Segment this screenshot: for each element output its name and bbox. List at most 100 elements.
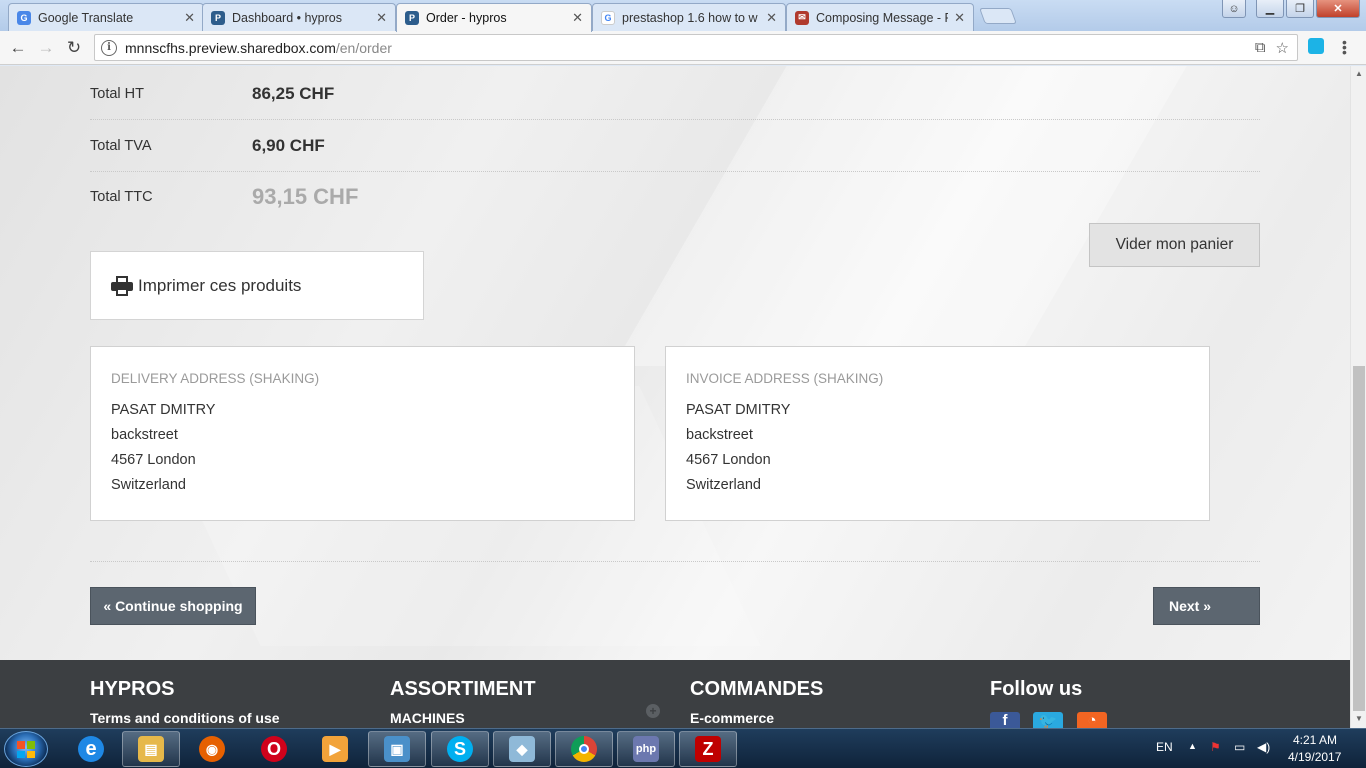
tab-title: prestashop 1.6 how to w (622, 10, 758, 25)
page-content: Total HT 86,25 CHF Total TVA 6,90 CHF To… (0, 66, 1350, 728)
invoice-address-line: PASAT DMITRY (686, 402, 791, 418)
file-explorer-icon: ▤ (138, 736, 164, 762)
tab-order[interactable]: P Order - hypros ✕ (396, 3, 592, 32)
tab-title: Composing Message - Pr (816, 10, 949, 25)
firefox-icon: ◉ (199, 736, 225, 762)
prestashop-icon: P (211, 10, 225, 25)
facebook-icon[interactable]: f (990, 712, 1020, 728)
skype-icon: S (447, 736, 473, 762)
tab-google-translate[interactable]: G Google Translate ✕ (8, 3, 204, 31)
expand-plus-icon[interactable]: + (646, 704, 660, 718)
back-icon[interactable]: ← (7, 37, 29, 59)
scroll-up-icon[interactable]: ▲ (1354, 69, 1364, 78)
internet-explorer-icon: e (78, 736, 104, 762)
forward-icon[interactable]: → (35, 37, 57, 59)
taskbar-internet-explorer[interactable]: e (62, 731, 120, 767)
close-tab-icon[interactable]: ✕ (572, 10, 583, 26)
total-tva-value: 6,90 CHF (252, 135, 325, 155)
total-ttc-value: 93,15 CHF (252, 183, 359, 209)
close-tab-icon[interactable]: ✕ (184, 10, 195, 26)
taskbar-php[interactable]: php (617, 731, 675, 767)
scroll-down-icon[interactable]: ▼ (1354, 714, 1364, 723)
new-tab-button[interactable] (979, 8, 1017, 24)
footer-column-assortiment: ASSORTIMENT MACHINES (390, 678, 536, 726)
taskbar-photo-viewer[interactable]: ▣ (368, 731, 426, 767)
clock-time[interactable]: 4:21 AM (1293, 733, 1337, 747)
reload-icon[interactable]: ↻ (63, 37, 85, 59)
footer-link-ecommerce[interactable]: E-commerce (690, 710, 823, 726)
tab-title: Order - hypros (426, 11, 507, 25)
browser-toolbar: ← → ↻ i mnnscfhs.preview.sharedbox.com /… (0, 31, 1366, 65)
network-alert-icon[interactable]: ⚑ (1210, 740, 1221, 754)
site-footer: HYPROS Terms and conditions of use ASSOR… (0, 660, 1350, 728)
footer-heading: Follow us (990, 678, 1083, 700)
show-hidden-icons[interactable]: ▲ (1188, 741, 1197, 751)
tab-prestashop-search[interactable]: G prestashop 1.6 how to w ✕ (592, 3, 786, 31)
close-tab-icon[interactable]: ✕ (376, 10, 387, 26)
taskbar-file-explorer[interactable]: ▤ (122, 731, 180, 767)
total-tva-row: Total TVA 6,90 CHF (90, 120, 1260, 171)
opera-icon: O (261, 736, 287, 762)
total-tva-label: Total TVA (90, 137, 152, 154)
tab-dashboard[interactable]: P Dashboard • hypros ✕ (202, 3, 396, 31)
url-path: /en/order (335, 39, 392, 56)
translate-page-icon[interactable]: ⧉ (1255, 39, 1266, 57)
tab-title: Dashboard • hypros (232, 10, 342, 25)
language-indicator[interactable]: EN (1156, 740, 1173, 754)
footer-heading: COMMANDES (690, 678, 824, 700)
delivery-address-box: DELIVERY ADDRESS (SHAKING) PASAT DMITRY … (90, 346, 635, 521)
taskbar-opera[interactable]: O (245, 731, 303, 767)
tab-composing-message[interactable]: ✉ Composing Message - Pr ✕ (786, 3, 974, 31)
prestashop-icon: P (405, 11, 419, 25)
tab-title: Google Translate (38, 10, 134, 25)
user-profile-icon[interactable]: ☺ (1222, 0, 1246, 18)
rss-icon[interactable]: ◔ (1077, 712, 1107, 728)
twitter-icon[interactable]: 🐦 (1033, 712, 1063, 728)
clock-date[interactable]: 4/19/2017 (1288, 750, 1341, 764)
total-ht-label: Total HT (90, 85, 144, 102)
close-tab-icon[interactable]: ✕ (766, 10, 777, 26)
url-host: mnnscfhs.preview.sharedbox.com (125, 39, 336, 56)
delivery-address-line: 4567 London (111, 452, 196, 468)
divider (90, 561, 1260, 562)
printer-icon (111, 275, 133, 296)
site-info-icon[interactable]: i (101, 39, 117, 56)
extension-icon[interactable] (1308, 38, 1324, 54)
taskbar-firefox[interactable]: ◉ (183, 731, 241, 767)
browser-menu-icon[interactable]: • • • (1342, 35, 1347, 59)
action-center-icon[interactable]: ▭ (1234, 740, 1245, 754)
next-button[interactable]: Next » (1153, 587, 1260, 625)
print-products-button[interactable]: Imprimer ces produits (90, 251, 424, 320)
close-window-button[interactable]: ✕ (1316, 0, 1360, 18)
taskbar-chrome[interactable] (555, 731, 613, 767)
taskbar-skype[interactable]: S (431, 731, 489, 767)
footer-link-terms[interactable]: Terms and conditions of use (90, 710, 280, 726)
delivery-address-title: DELIVERY ADDRESS (SHAKING) (111, 371, 320, 386)
scrollbar-thumb[interactable] (1353, 366, 1365, 711)
print-products-label: Imprimer ces produits (138, 275, 302, 295)
windows-taskbar: e ▤ ◉ O ▶ ▣ S ◆ php Z EN ▲ ⚑ ▭ ◀) 4:21 A… (0, 728, 1366, 768)
total-ttc-row: Total TTC 93,15 CHF (90, 171, 1260, 222)
footer-column-commandes: COMMANDES E-commerce (690, 678, 823, 726)
maximize-button[interactable]: ❐ (1286, 0, 1314, 18)
media-player-icon: ▶ (322, 736, 348, 762)
address-bar[interactable]: i mnnscfhs.preview.sharedbox.com /en/ord… (94, 34, 1298, 61)
delivery-address-line: Switzerland (111, 477, 186, 493)
close-tab-icon[interactable]: ✕ (954, 10, 965, 26)
filezilla-icon: Z (695, 736, 721, 762)
taskbar-filezilla[interactable]: Z (679, 731, 737, 767)
continue-shopping-button[interactable]: « Continue shopping (90, 587, 256, 625)
bookmark-star-icon[interactable]: ☆ (1276, 39, 1289, 57)
start-button[interactable] (4, 731, 48, 767)
footer-heading: HYPROS (90, 678, 175, 700)
invoice-address-line: Switzerland (686, 477, 761, 493)
clear-cart-button[interactable]: Vider mon panier (1089, 223, 1260, 267)
delivery-address-line: backstreet (111, 427, 178, 443)
volume-icon[interactable]: ◀) (1257, 740, 1270, 754)
taskbar-notes[interactable]: ◆ (493, 731, 551, 767)
page-scrollbar[interactable]: ▲ ▼ (1350, 66, 1366, 728)
minimize-button[interactable]: ▁ (1256, 0, 1284, 18)
footer-link-machines[interactable]: MACHINES (390, 710, 536, 726)
total-ht-row: Total HT 86,25 CHF (90, 68, 1260, 119)
taskbar-media-player[interactable]: ▶ (306, 731, 364, 767)
